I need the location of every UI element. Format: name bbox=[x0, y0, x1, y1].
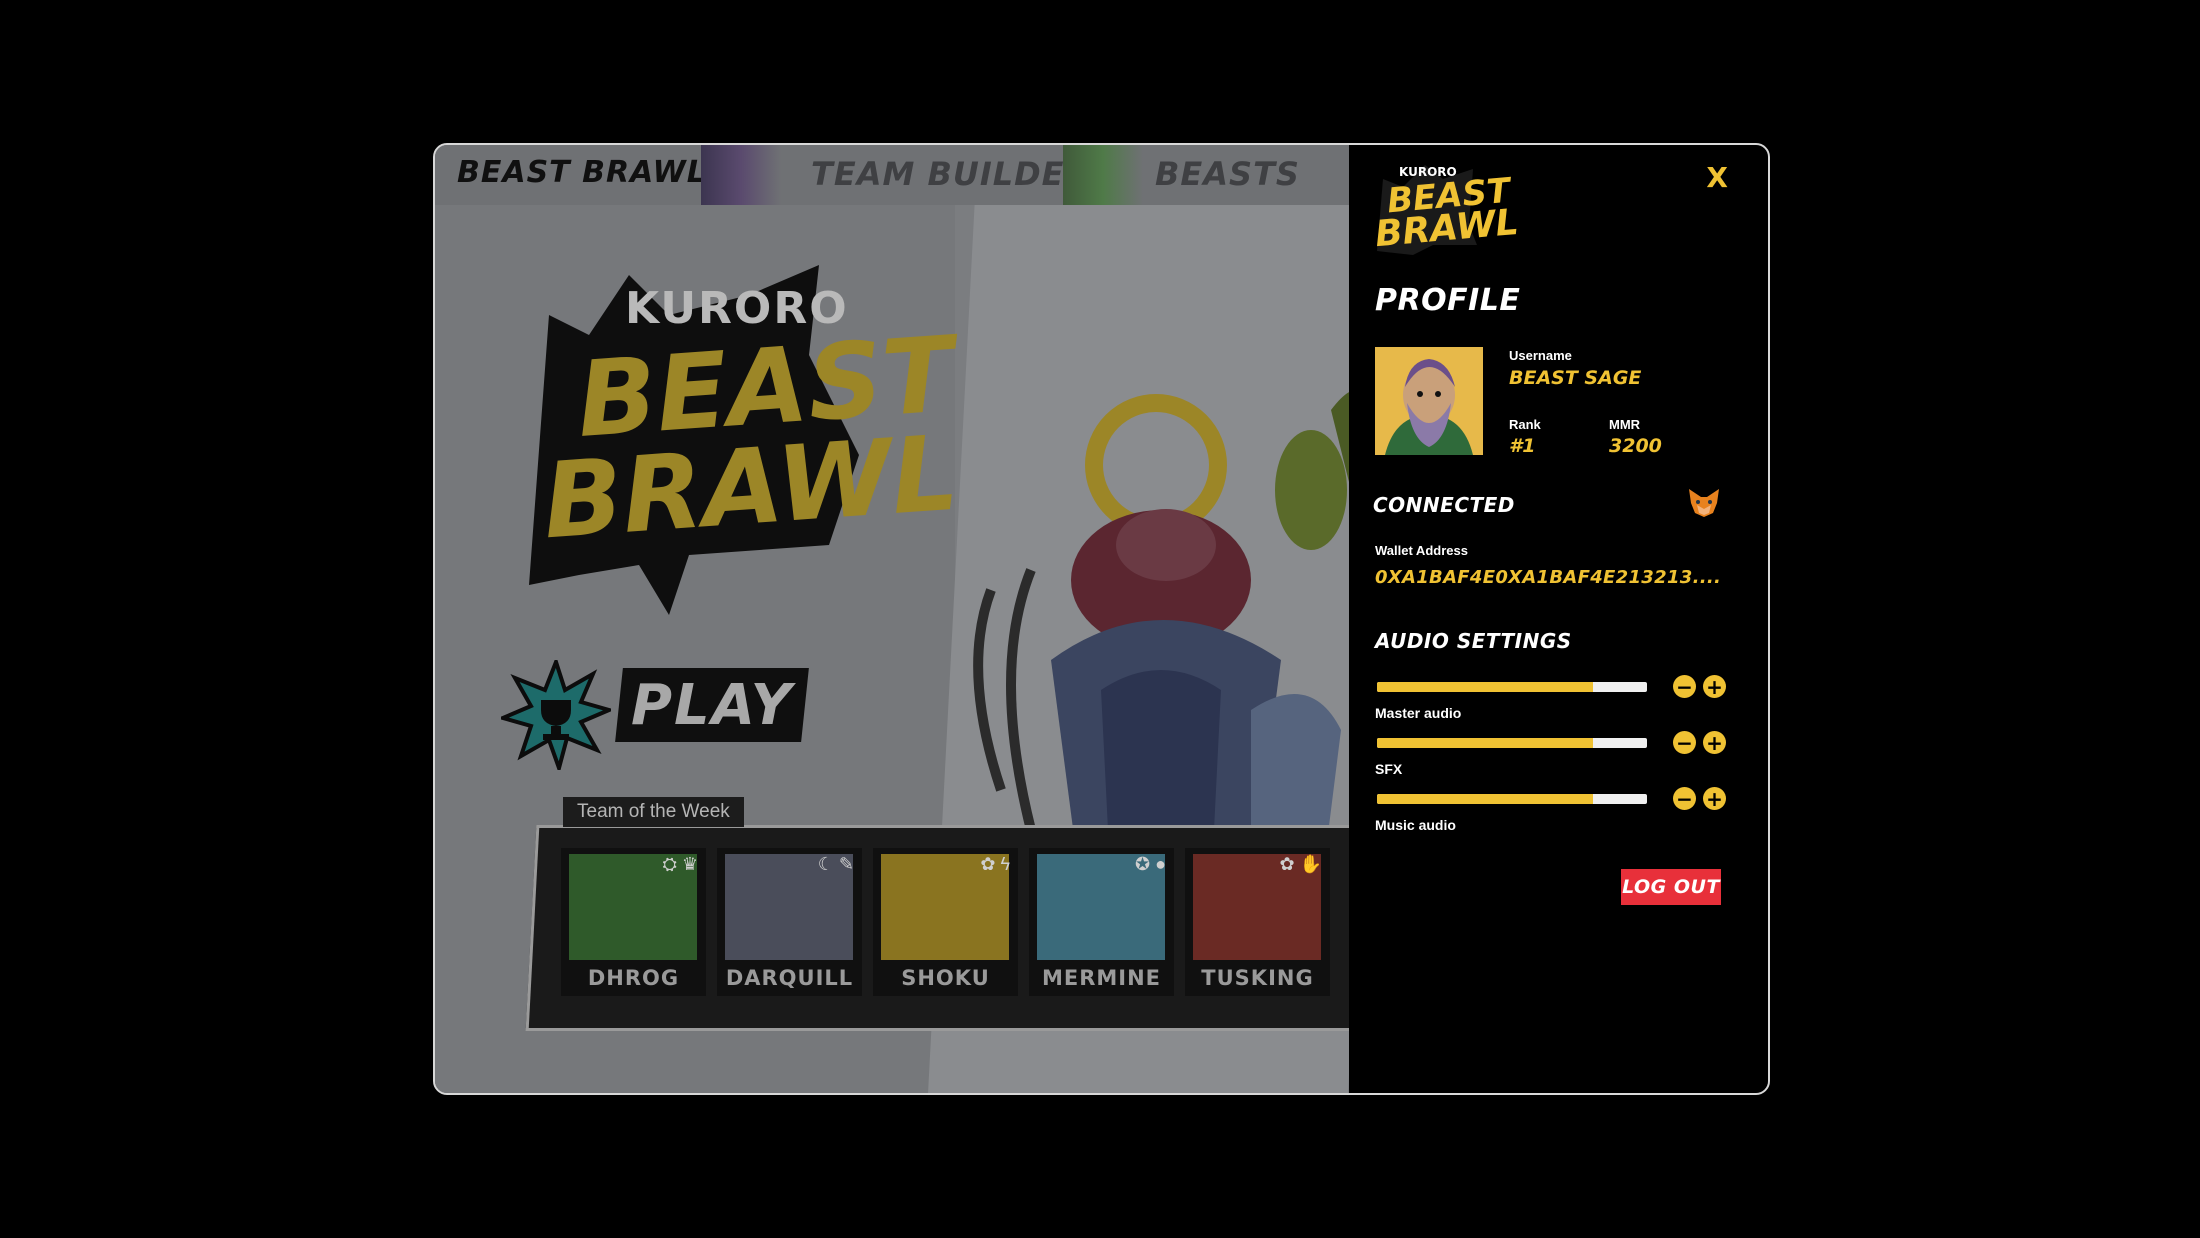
username-value: BEAST SAGE bbox=[1509, 367, 1642, 389]
master-audio-label: Master audio bbox=[1375, 705, 1462, 721]
beast-badges-icon: ✿ ✋ bbox=[1279, 854, 1323, 874]
audio-settings-title: AUDIO SETTINGS bbox=[1375, 629, 1572, 653]
beast-badges-icon: ⛭ ♛ bbox=[662, 854, 698, 874]
log-out-button[interactable]: LOG OUT bbox=[1621, 869, 1721, 905]
beast-name: DHROG bbox=[587, 966, 680, 990]
sfx-decrease-button[interactable]: − bbox=[1673, 731, 1696, 754]
beast-card-shoku[interactable]: ✿ ϟ SHOKU bbox=[873, 848, 1018, 996]
music-audio-fill bbox=[1377, 794, 1593, 804]
rank-value: #1 bbox=[1509, 435, 1536, 457]
play-button-label: PLAY bbox=[630, 672, 794, 738]
avatar bbox=[1375, 347, 1483, 455]
mini-logo-brawl: BRAWL bbox=[1373, 201, 1521, 256]
beast-card-tusking[interactable]: ✿ ✋ TUSKING bbox=[1185, 848, 1330, 996]
music-audio-slider[interactable] bbox=[1377, 794, 1647, 804]
mmr-value: 3200 bbox=[1609, 435, 1662, 457]
beast-name: DARQUILL bbox=[725, 966, 854, 990]
wallet-address-value[interactable]: 0XA1BAF4E0XA1BAF4E213213.... bbox=[1375, 567, 1721, 588]
team-of-the-week-label: Team of the Week bbox=[563, 797, 744, 827]
team-builder-thumbnail bbox=[701, 145, 781, 205]
sfx-label: SFX bbox=[1375, 761, 1403, 777]
beast-name: SHOKU bbox=[901, 966, 990, 990]
play-button[interactable]: PLAY bbox=[615, 668, 809, 742]
nav-beasts[interactable]: BEASTS bbox=[1155, 155, 1300, 193]
master-audio-decrease-button[interactable]: − bbox=[1673, 675, 1696, 698]
logo-brawl-text: BRAWL bbox=[539, 411, 962, 563]
beast-name: MERMINE bbox=[1041, 966, 1162, 990]
game-main-area: BEAST BRAWL TEAM BUILDER BEASTS KURORO B… bbox=[435, 145, 1349, 1093]
rank-label: Rank bbox=[1509, 417, 1541, 432]
sfx-slider[interactable] bbox=[1377, 738, 1647, 748]
trophy-icon[interactable] bbox=[501, 660, 611, 770]
mmr-label: MMR bbox=[1609, 417, 1641, 432]
sfx-increase-button[interactable]: + bbox=[1703, 731, 1726, 754]
music-audio-increase-button[interactable]: + bbox=[1703, 787, 1726, 810]
master-audio-increase-button[interactable]: + bbox=[1703, 675, 1726, 698]
music-audio-label: Music audio bbox=[1375, 817, 1456, 833]
profile-panel: X KURORO BEAST BRAWL PROFILE Username BE… bbox=[1349, 145, 1768, 1093]
profile-title: PROFILE bbox=[1375, 283, 1521, 318]
log-out-label: LOG OUT bbox=[1622, 876, 1720, 898]
beasts-thumbnail bbox=[1063, 145, 1143, 205]
game-window: BEAST BRAWL TEAM BUILDER BEASTS KURORO B… bbox=[433, 143, 1770, 1095]
beast-badges-icon: ☾ ✎ bbox=[817, 854, 854, 874]
beast-name: TUSKING bbox=[1201, 966, 1314, 990]
avatar-portrait-icon bbox=[1375, 347, 1483, 455]
connected-title: CONNECTED bbox=[1373, 493, 1515, 517]
nav-beast-brawl[interactable]: BEAST BRAWL bbox=[457, 155, 707, 190]
beast-badges-icon: ✿ ϟ bbox=[980, 854, 1010, 874]
wallet-address-label: Wallet Address bbox=[1375, 543, 1468, 558]
metamask-fox-icon[interactable] bbox=[1687, 485, 1721, 519]
music-audio-decrease-button[interactable]: − bbox=[1673, 787, 1696, 810]
master-audio-fill bbox=[1377, 682, 1593, 692]
master-audio-slider[interactable] bbox=[1377, 682, 1647, 692]
close-button[interactable]: X bbox=[1706, 161, 1728, 194]
nav-team-builder[interactable]: TEAM BUILDER bbox=[811, 155, 1090, 193]
beast-card-mermine[interactable]: ✪ ● MERMINE bbox=[1029, 848, 1174, 996]
top-navigation: BEAST BRAWL TEAM BUILDER BEASTS bbox=[435, 145, 1349, 205]
beast-card-dhrog[interactable]: ⛭ ♛ DHROG bbox=[561, 848, 706, 996]
beast-card-darquill[interactable]: ☾ ✎ DARQUILL bbox=[717, 848, 862, 996]
username-label: Username bbox=[1509, 348, 1572, 363]
sfx-fill bbox=[1377, 738, 1593, 748]
beast-badges-icon: ✪ ● bbox=[1135, 854, 1166, 874]
